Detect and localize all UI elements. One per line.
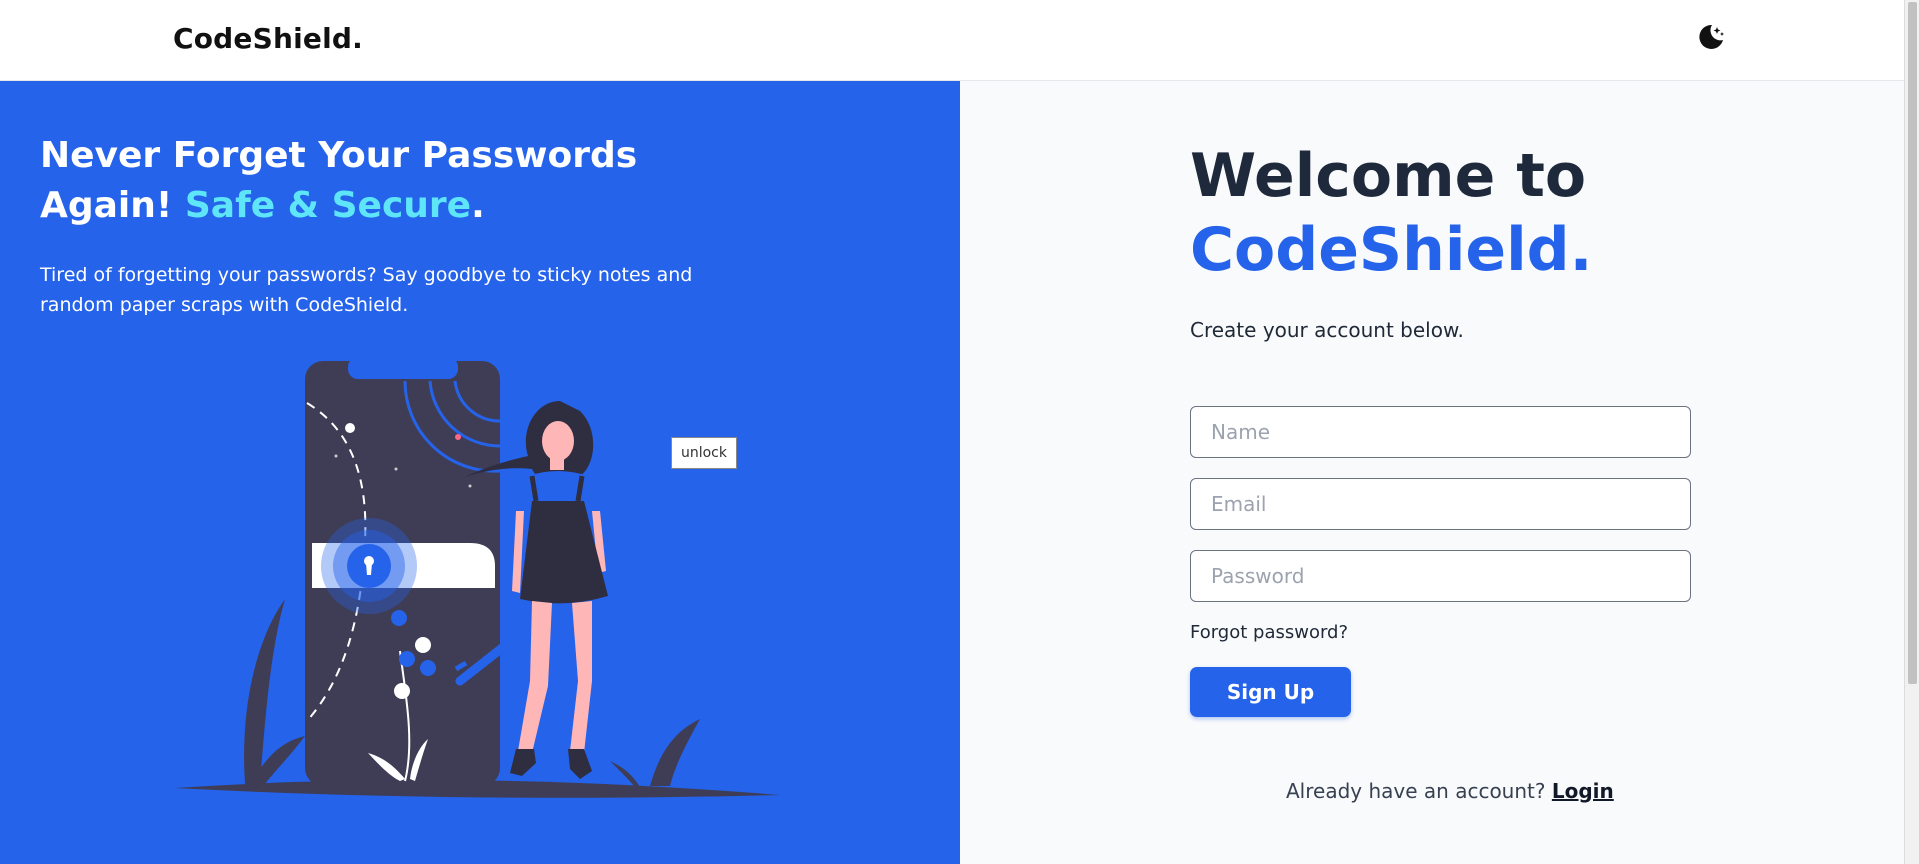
welcome-text: Welcome to <box>1190 141 1587 211</box>
scrollbar-thumb[interactable] <box>1908 2 1917 684</box>
welcome-brand: CodeShield. <box>1190 215 1593 285</box>
password-input[interactable] <box>1190 550 1691 602</box>
form-subtitle: Create your account below. <box>1190 318 1464 342</box>
signup-panel: Welcome to CodeShield. Create your accou… <box>960 81 1904 864</box>
hero-title-line1: Never Forget Your Passwords <box>40 135 638 176</box>
login-prompt: Already have an account? Login <box>1286 779 1614 803</box>
top-navbar: CodeShield. <box>0 0 1904 81</box>
hero-description: Tired of forgetting your passwords? Say … <box>40 264 693 316</box>
theme-toggle-button[interactable] <box>1693 19 1729 55</box>
hero-title-accent: Safe & Secure <box>184 185 472 226</box>
login-link[interactable]: Login <box>1552 779 1614 803</box>
logo[interactable]: CodeShield. <box>173 22 363 55</box>
hero-title-suffix: . <box>471 185 485 226</box>
hero-title: Never Forget Your Passwords Again! Safe … <box>40 131 660 231</box>
hero-title-line2: Again! <box>40 185 185 226</box>
name-input[interactable] <box>1190 406 1691 458</box>
page-scrollbar[interactable] <box>1904 0 1919 864</box>
sign-up-button[interactable]: Sign Up <box>1190 667 1351 717</box>
email-input[interactable] <box>1190 478 1691 530</box>
hero-panel: Never Forget Your Passwords Again! Safe … <box>0 81 960 864</box>
unlock-tooltip: unlock <box>671 437 737 469</box>
welcome-heading: Welcome to CodeShield. <box>1190 139 1790 287</box>
have-account-text: Already have an account? <box>1286 779 1546 803</box>
security-illustration <box>175 357 780 798</box>
moon-stars-icon <box>1699 24 1724 49</box>
forgot-password-link[interactable]: Forgot password? <box>1190 622 1348 643</box>
